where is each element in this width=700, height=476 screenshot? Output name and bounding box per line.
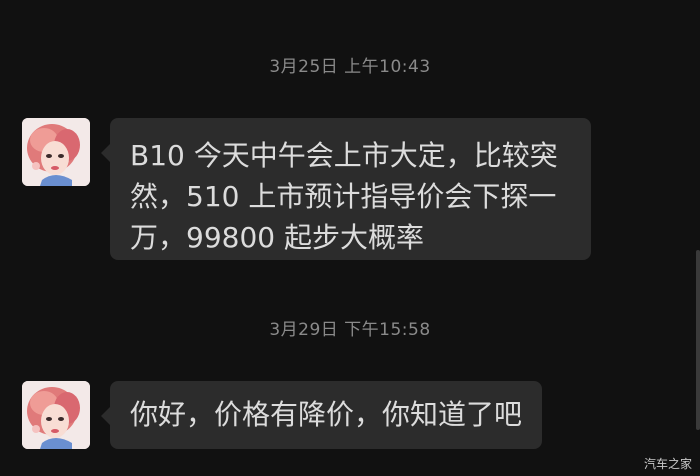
message-text-line: 你好，价格有降价，你知道了吧 — [130, 398, 523, 431]
message-timestamp: 3月29日 下午15:58 — [269, 320, 431, 340]
sender-avatar[interactable] — [22, 118, 90, 186]
message-text-line: B10 今天中午会上市大定，比较突 — [130, 139, 558, 172]
message-text-line: 万，99800 起步大概率 — [130, 221, 424, 254]
scrollbar[interactable] — [696, 250, 700, 430]
watermark-logo: 汽车之家 — [643, 457, 692, 471]
message-bubble[interactable]: 你好，价格有降价，你知道了吧 — [100, 381, 543, 449]
sender-avatar[interactable] — [22, 381, 90, 449]
message-bubble[interactable]: B10 今天中午会上市大定，比较突 然，510 上市预计指导价会下探一 万，99… — [101, 118, 591, 260]
message-text-line: 然，510 上市预计指导价会下探一 — [130, 180, 557, 213]
message-timestamp: 3月25日 上午10:43 — [269, 57, 431, 77]
